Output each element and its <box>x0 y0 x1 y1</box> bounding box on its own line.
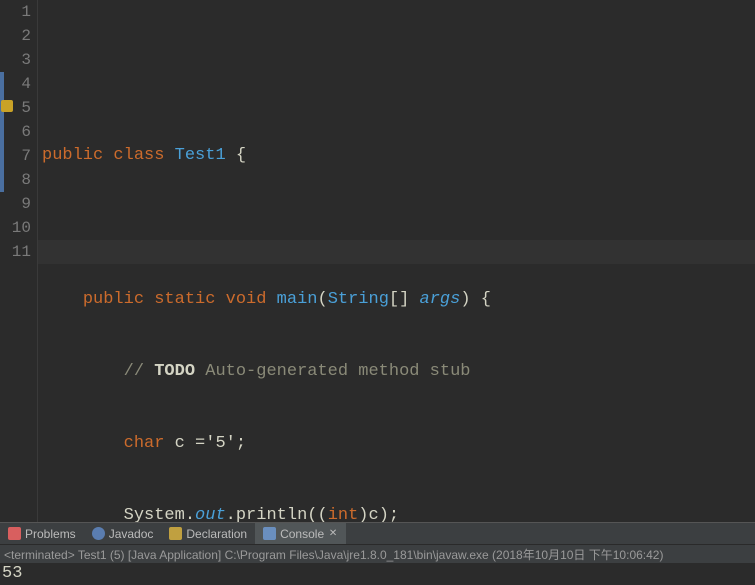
gutter-line: 5 <box>0 96 31 120</box>
close-icon[interactable]: ✕ <box>328 529 338 539</box>
gutter-line: 10 <box>0 216 31 240</box>
current-line-highlight <box>38 240 755 264</box>
code-line <box>42 72 755 96</box>
tab-javadoc[interactable]: Javadoc <box>84 523 162 544</box>
tab-declaration[interactable]: Declaration <box>161 523 255 544</box>
code-editor[interactable]: 1 2 3 4 5 6 7 8 9 10 11 public class Tes… <box>0 0 755 522</box>
code-line: System.out.println((int)c); <box>42 504 755 522</box>
console-status-bar: <terminated> Test1 (5) [Java Application… <box>0 545 755 563</box>
code-line: public class Test1 { <box>42 144 755 168</box>
tab-console[interactable]: Console ✕ <box>255 523 346 544</box>
javadoc-icon <box>92 527 105 540</box>
tab-label: Problems <box>25 527 76 541</box>
gutter-line: 6 <box>0 120 31 144</box>
console-icon <box>263 527 276 540</box>
code-line: public static void main(String[] args) { <box>42 288 755 312</box>
gutter-line: 7 <box>0 144 31 168</box>
terminated-text: <terminated> Test1 (5) [Java Application… <box>4 546 663 563</box>
gutter-line: 2 <box>0 24 31 48</box>
bottom-tabs-bar: Problems Javadoc Declaration Console ✕ <box>0 522 755 545</box>
gutter-line: 4 <box>0 72 31 96</box>
tab-label: Declaration <box>186 527 247 541</box>
gutter-line: 1 <box>0 0 31 24</box>
tab-label: Console <box>280 527 324 541</box>
console-output-text: 53 <box>2 564 22 583</box>
tab-problems[interactable]: Problems <box>0 523 84 544</box>
tab-label: Javadoc <box>109 527 154 541</box>
console-output[interactable]: 53 <box>0 563 755 585</box>
gutter-line: 11 <box>0 240 31 264</box>
code-area[interactable]: public class Test1 { public static void … <box>38 0 755 522</box>
code-line: char c ='5'; <box>42 432 755 456</box>
declaration-icon <box>169 527 182 540</box>
gutter-line: 3 <box>0 48 31 72</box>
code-line: // TODO Auto-generated method stub <box>42 360 755 384</box>
problems-icon <box>8 527 21 540</box>
code-line <box>42 216 755 240</box>
gutter-line: 9 <box>0 192 31 216</box>
line-number-gutter: 1 2 3 4 5 6 7 8 9 10 11 <box>0 0 38 522</box>
gutter-line: 8 <box>0 168 31 192</box>
todo-marker-icon[interactable] <box>1 100 13 112</box>
